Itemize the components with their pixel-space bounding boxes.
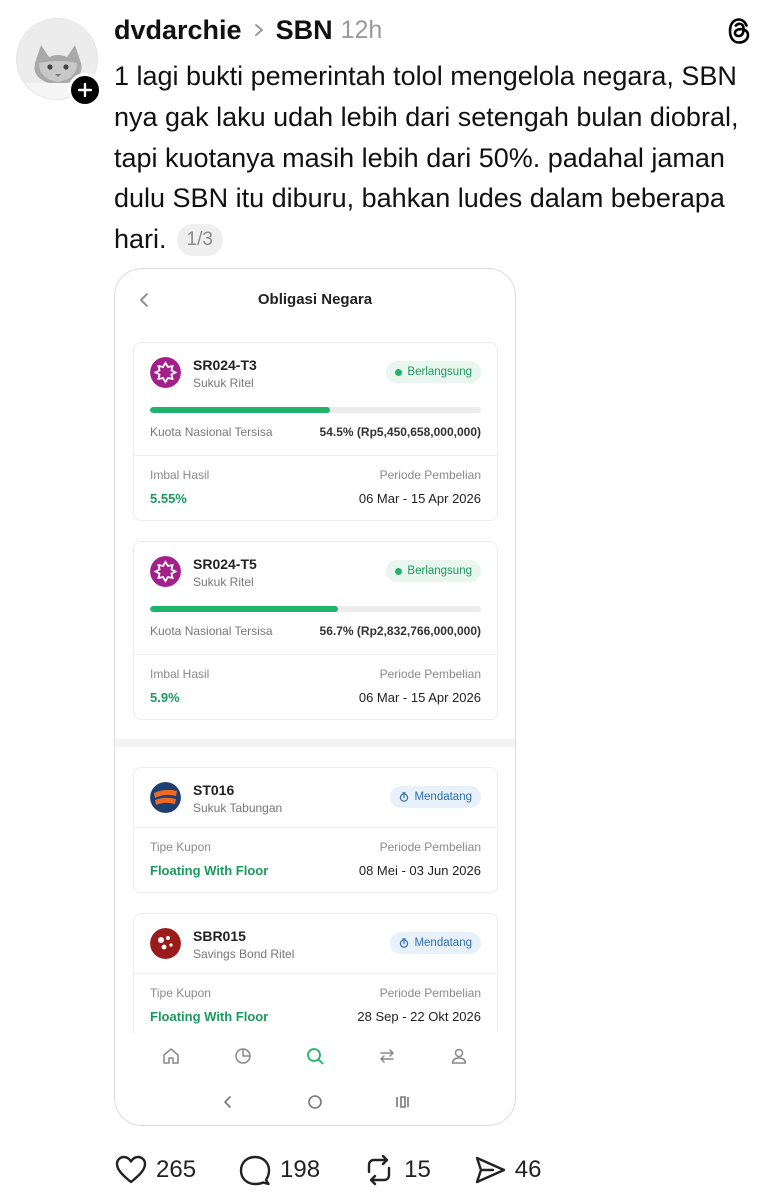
quota-progress-fill: [150, 606, 338, 612]
like-count: 265: [156, 1156, 197, 1183]
topic-link[interactable]: SBN: [276, 15, 333, 46]
bond-card-st016[interactable]: ST016 Sukuk Tabungan Mendatang Tipe Kupo…: [133, 767, 498, 893]
plus-icon: [77, 82, 93, 98]
divider: [134, 827, 497, 828]
status-badge: Mendatang: [390, 932, 481, 954]
divider: [134, 455, 497, 456]
image-page-indicator: 1/3: [176, 224, 223, 257]
divider: [134, 973, 497, 974]
quota-row: Kuota Nasional Tersisa 56.7% (Rp2,832,76…: [150, 624, 481, 638]
app-bottom-nav: [115, 1033, 515, 1079]
period-value: 08 Mei - 03 Jun 2026: [358, 863, 481, 878]
sukuk-logo-icon: [150, 556, 181, 587]
bond-card-sbr015[interactable]: SBR015 Savings Bond Ritel Mendatang Tipe…: [133, 913, 498, 1039]
system-home-icon[interactable]: [307, 1094, 323, 1110]
repost-icon: [367, 1154, 391, 1186]
follow-button[interactable]: [68, 73, 102, 107]
bond-card-sr024-t5[interactable]: SR024-T5 Sukuk Ritel Berlangsung Kuota N…: [133, 541, 498, 720]
share-button[interactable]: 46: [473, 1153, 542, 1187]
quota-progress-bar: [150, 606, 481, 612]
coupon-label: Tipe Kupon: [150, 840, 211, 854]
yield-value: 5.55%: [150, 491, 187, 506]
threads-logo-icon[interactable]: [723, 14, 755, 48]
period-value: 06 Mar - 15 Apr 2026: [358, 491, 481, 506]
attached-screenshot[interactable]: Obligasi Negara SR024-T3 Sukuk Ritel Ber…: [114, 268, 516, 1126]
transaction-icon[interactable]: [377, 1046, 397, 1066]
quota-value: 54.5% (Rp5,450,658,000,000): [319, 425, 481, 439]
post-time: 12h: [340, 15, 383, 44]
quota-label: Kuota Nasional Tersisa: [150, 624, 273, 638]
coupon-value: Floating With Floor: [150, 1009, 269, 1024]
yield-value: 5.9%: [150, 690, 180, 705]
post-header: dvdarchie SBN 12h: [114, 12, 382, 48]
quota-row: Kuota Nasional Tersisa 54.5% (Rp5,450,65…: [150, 425, 481, 439]
bond-type: Sukuk Tabungan: [193, 801, 283, 815]
share-count: 46: [514, 1156, 542, 1183]
app-header: Obligasi Negara: [115, 269, 515, 331]
app-title: Obligasi Negara: [257, 291, 373, 308]
period-label: Periode Pembelian: [379, 986, 481, 1000]
savings-bond-logo-icon: [150, 928, 181, 959]
system-back-icon[interactable]: [220, 1094, 236, 1110]
period-value: 06 Mar - 15 Apr 2026: [358, 690, 481, 705]
period-label: Periode Pembelian: [379, 468, 481, 482]
period-label: Periode Pembelian: [379, 840, 481, 854]
status-badge: Berlangsung: [386, 560, 481, 582]
bond-type: Sukuk Ritel: [193, 376, 254, 390]
android-system-nav: [115, 1087, 515, 1117]
reply-count: 198: [280, 1156, 321, 1183]
period-value: 28 Sep - 22 Okt 2026: [357, 1009, 481, 1024]
like-button[interactable]: 265: [114, 1153, 196, 1187]
stopwatch-icon: [400, 792, 409, 802]
bond-type: Savings Bond Ritel: [193, 947, 295, 961]
status-dot-icon: [395, 368, 403, 376]
status-badge: Mendatang: [390, 786, 481, 808]
coupon-value: Floating With Floor: [150, 863, 269, 878]
yield-label: Imbal Hasil: [150, 667, 210, 681]
status-badge: Berlangsung: [386, 361, 481, 383]
send-icon: [475, 1156, 505, 1184]
repost-button[interactable]: 15: [362, 1153, 431, 1187]
bond-code: SR024-T5: [193, 556, 257, 572]
coupon-label: Tipe Kupon: [150, 986, 211, 1000]
home-icon[interactable]: [161, 1046, 181, 1066]
bond-card-sr024-t3[interactable]: SR024-T3 Sukuk Ritel Berlangsung Kuota N…: [133, 342, 498, 521]
reply-button[interactable]: 198: [238, 1153, 320, 1187]
period-label: Periode Pembelian: [379, 667, 481, 681]
yield-label: Imbal Hasil: [150, 468, 210, 482]
stopwatch-icon: [400, 938, 409, 948]
quota-progress-fill: [150, 407, 331, 413]
profile-icon[interactable]: [449, 1046, 469, 1066]
bond-type: Sukuk Ritel: [193, 575, 254, 589]
heart-icon: [115, 1155, 147, 1184]
portfolio-icon[interactable]: [233, 1046, 253, 1066]
comment-bubble-icon: [239, 1155, 271, 1186]
bond-code: ST016: [193, 782, 235, 798]
sukuk-tabungan-logo-icon: [150, 782, 181, 813]
post-actions: 265 198 15 46: [114, 1150, 584, 1190]
quota-label: Kuota Nasional Tersisa: [150, 425, 273, 439]
post-body: 1 lagi bukti pemerintah tolol mengelola …: [114, 56, 754, 260]
system-recents-icon[interactable]: [394, 1094, 410, 1110]
bond-code: SBR015: [193, 928, 246, 944]
sukuk-logo-icon: [150, 357, 181, 388]
divider: [134, 654, 497, 655]
quota-value: 56.7% (Rp2,832,766,000,000): [319, 624, 481, 638]
username-link[interactable]: dvdarchie: [114, 15, 242, 46]
quota-progress-bar: [150, 407, 481, 413]
bond-code: SR024-T3: [193, 357, 257, 373]
repost-count: 15: [404, 1156, 431, 1183]
section-separator: [115, 739, 515, 747]
status-dot-icon: [395, 567, 403, 575]
chevron-right-icon: [252, 23, 266, 37]
search-icon[interactable]: [305, 1046, 325, 1066]
